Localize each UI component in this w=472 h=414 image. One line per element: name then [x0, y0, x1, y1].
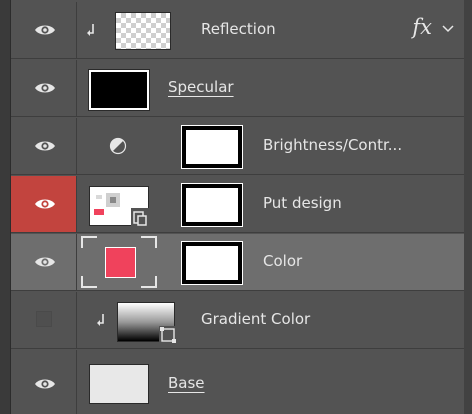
smart-object-badge-icon — [159, 326, 177, 344]
eye-icon[interactable] — [34, 376, 56, 392]
layer-name[interactable]: Put design — [263, 194, 342, 212]
layer-thumbnail-black[interactable] — [88, 69, 150, 111]
visibility-toggle[interactable] — [11, 60, 77, 116]
panel-scrollbar-track[interactable] — [464, 0, 472, 414]
layer-row-reflection[interactable]: Reflection fx — [11, 2, 464, 59]
layer-name[interactable]: Gradient Color — [201, 310, 310, 328]
eye-icon[interactable] — [34, 138, 56, 154]
visibility-toggle[interactable] — [11, 350, 77, 414]
visibility-toggle[interactable] — [11, 2, 77, 58]
layer-name[interactable]: Base — [168, 374, 205, 392]
layer-thumbnail-base[interactable] — [89, 364, 149, 404]
layer-name[interactable]: Color — [263, 252, 302, 270]
visibility-toggle[interactable] — [11, 292, 77, 348]
eye-icon[interactable] — [34, 22, 56, 38]
chevron-down-icon[interactable] — [442, 24, 454, 34]
layer-name[interactable]: Brightness/Contr... — [263, 136, 402, 154]
layer-row-gradient-color[interactable]: Gradient Color — [11, 292, 464, 349]
layers-panel: Reflection fx Specular Brightness/Contr.… — [0, 0, 472, 414]
clipping-arrow-icon — [87, 24, 94, 36]
layer-mask-thumbnail[interactable] — [181, 241, 243, 285]
eye-icon[interactable] — [34, 254, 56, 270]
layer-row-brightness-contrast[interactable]: Brightness/Contr... — [11, 118, 464, 175]
layer-effects-fx-icon[interactable]: fx — [412, 15, 432, 39]
layer-mask-thumbnail[interactable] — [181, 183, 243, 227]
visibility-toggle[interactable] — [11, 234, 77, 290]
visibility-toggle[interactable] — [11, 118, 77, 174]
visibility-toggle[interactable] — [11, 176, 77, 232]
layer-row-put-design[interactable]: Put design — [11, 176, 464, 233]
layer-name[interactable]: Specular — [168, 78, 234, 96]
layer-row-color[interactable]: Color — [11, 234, 464, 291]
eye-icon[interactable] — [34, 80, 56, 96]
layer-row-specular[interactable]: Specular — [11, 60, 464, 117]
eye-icon[interactable] — [34, 196, 56, 212]
layer-thumbnail-checkerboard[interactable] — [115, 12, 171, 50]
half-circle-adjustment-icon[interactable] — [109, 137, 127, 155]
layer-row-base[interactable]: Base — [11, 350, 464, 414]
smart-object-badge-icon — [131, 208, 149, 226]
clipping-arrow-icon — [97, 314, 104, 326]
layer-mask-thumbnail[interactable] — [181, 125, 243, 169]
layer-name[interactable]: Reflection — [201, 20, 276, 38]
color-fill-swatch[interactable] — [105, 247, 136, 278]
panel-left-edge — [0, 0, 11, 414]
visibility-off-box[interactable] — [36, 311, 52, 327]
